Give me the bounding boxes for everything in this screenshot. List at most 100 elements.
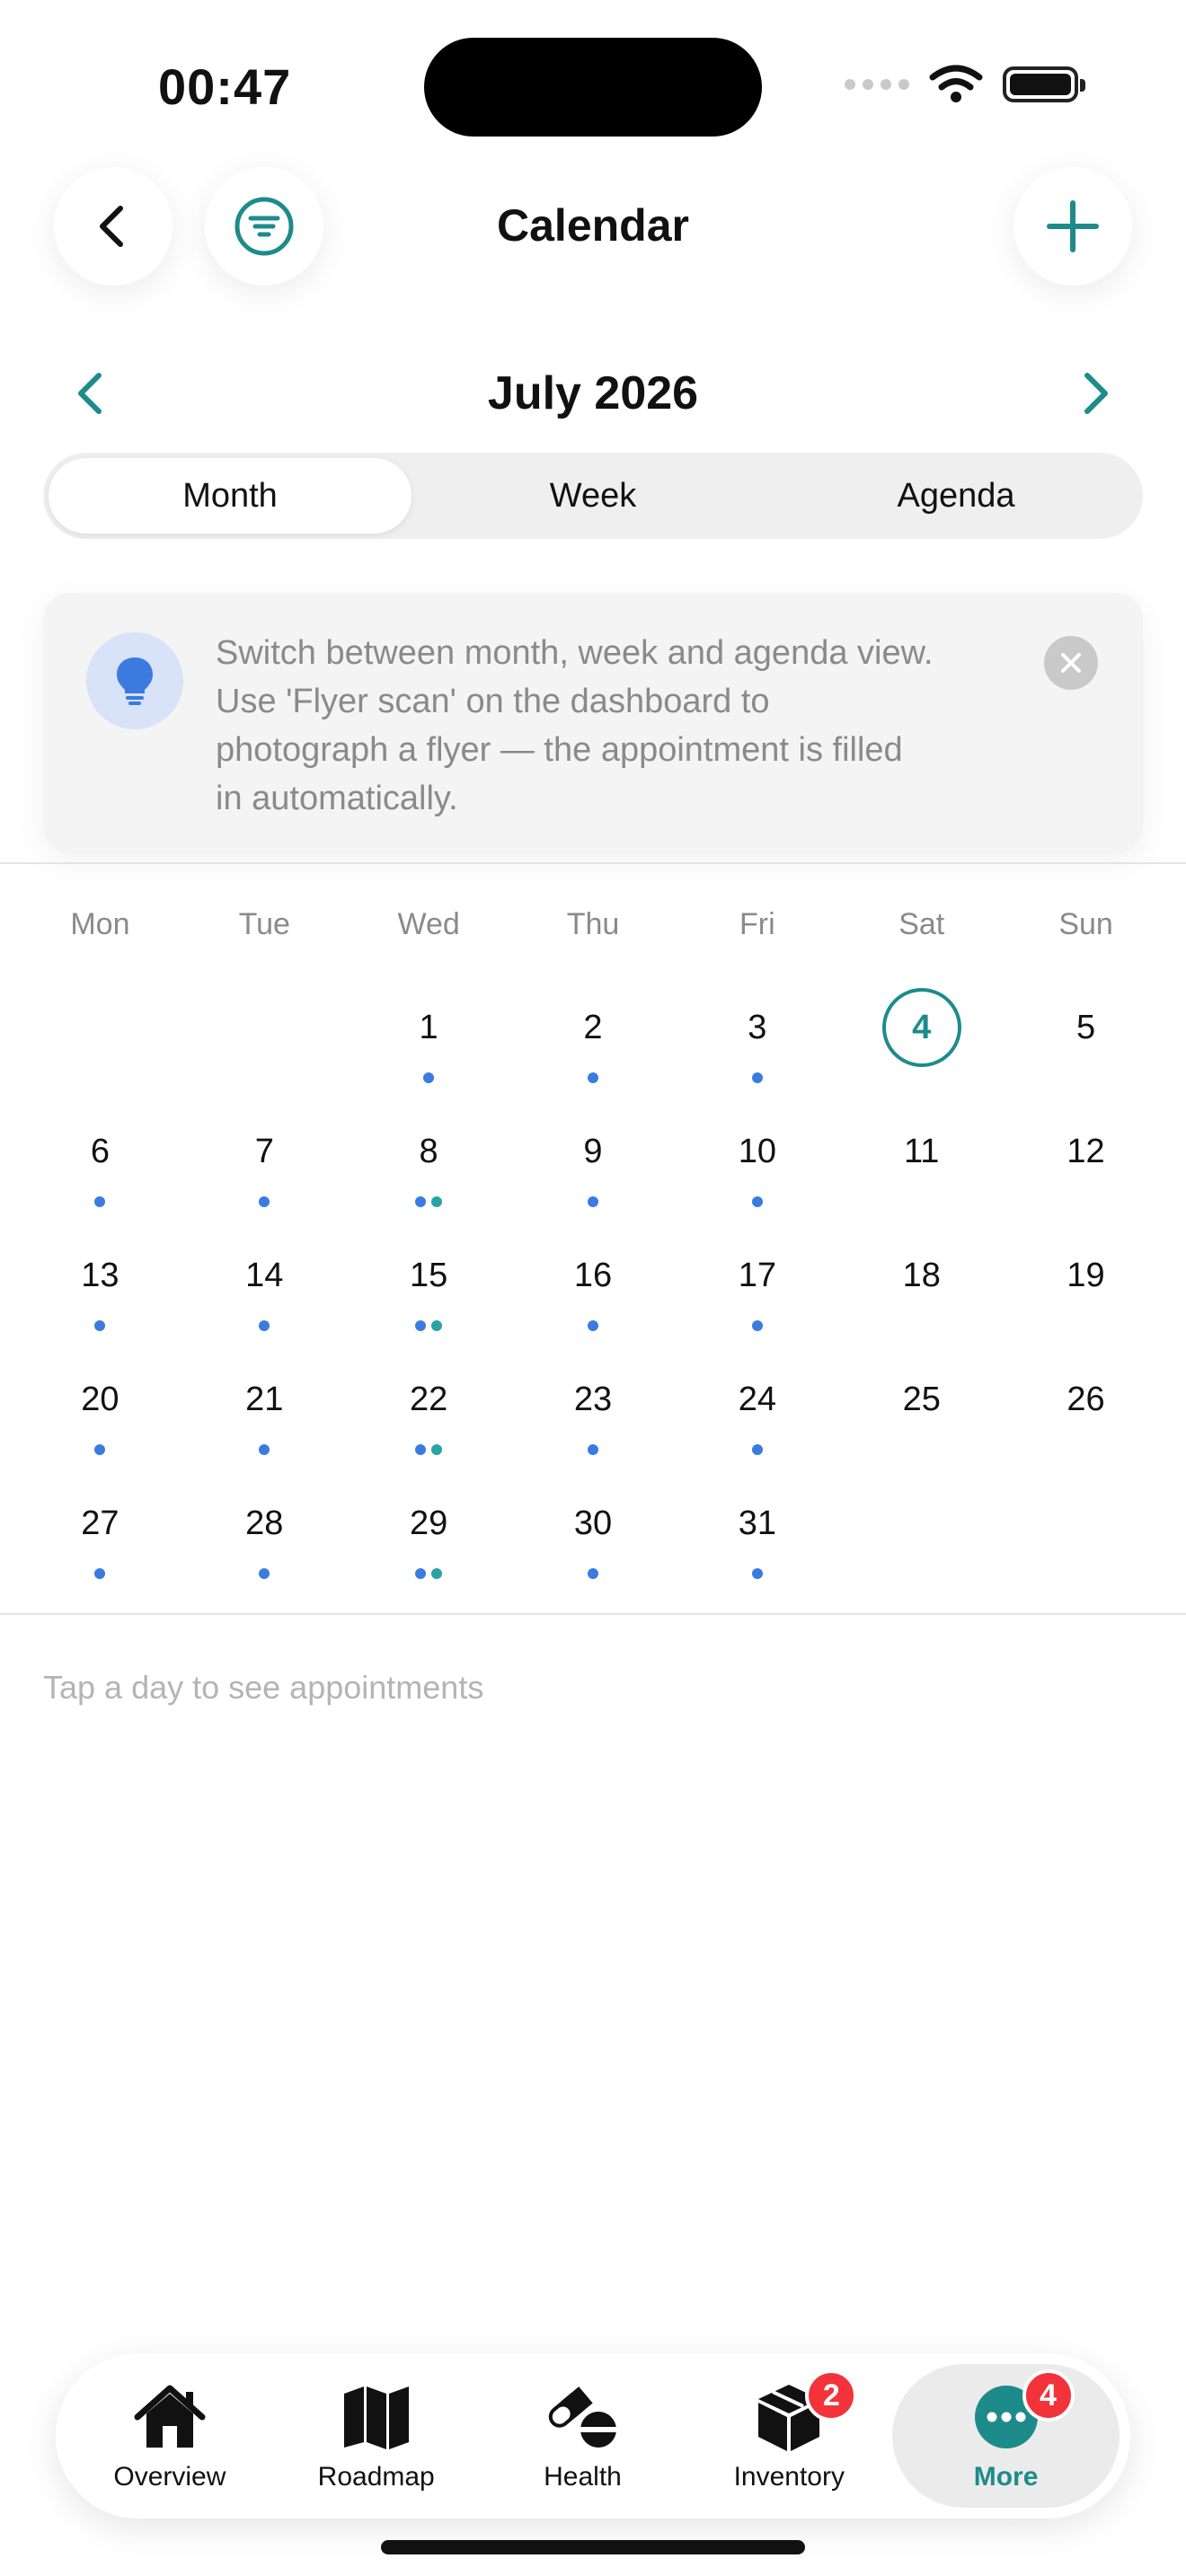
day-cell[interactable]: 24 bbox=[675, 1351, 839, 1475]
day-number: 6 bbox=[90, 1133, 110, 1170]
bottom-tab-bar: Overview Roadmap Health Inventory 2 More… bbox=[56, 2353, 1130, 2519]
event-dot bbox=[423, 1072, 435, 1083]
dismiss-tip-button[interactable] bbox=[1044, 636, 1098, 690]
tab-week[interactable]: Week bbox=[412, 458, 774, 534]
weekday-header: Mon Tue Wed Thu Fri Sat Sun bbox=[18, 907, 1168, 961]
event-dot bbox=[751, 1320, 763, 1331]
event-dot bbox=[587, 1568, 598, 1579]
day-cell[interactable]: 14 bbox=[182, 1227, 347, 1351]
day-cell[interactable]: 29 bbox=[347, 1475, 511, 1599]
tip-icon-circle bbox=[86, 632, 183, 729]
divider bbox=[0, 1613, 1186, 1615]
status-icons bbox=[845, 65, 1085, 104]
day-cell[interactable]: 3 bbox=[675, 979, 839, 1103]
day-cell[interactable]: 2 bbox=[511, 979, 676, 1103]
lightbulb-icon bbox=[117, 657, 153, 705]
event-dot bbox=[94, 1196, 106, 1207]
day-number: 7 bbox=[254, 1133, 274, 1170]
day-number: 21 bbox=[245, 1381, 284, 1418]
event-dots bbox=[18, 1320, 182, 1331]
next-month-button[interactable] bbox=[1069, 366, 1123, 420]
day-cell[interactable]: 22 bbox=[347, 1351, 511, 1475]
event-dot bbox=[259, 1568, 270, 1579]
day-cell[interactable]: 27 bbox=[18, 1475, 182, 1599]
day-number: 28 bbox=[245, 1504, 284, 1542]
tab-roadmap[interactable]: Roadmap bbox=[273, 2364, 480, 2508]
event-dot bbox=[751, 1568, 763, 1579]
tab-overview[interactable]: Overview bbox=[66, 2364, 273, 2508]
day-cell[interactable]: 19 bbox=[1004, 1227, 1168, 1351]
event-dots bbox=[347, 1196, 511, 1207]
tab-more[interactable]: More 4 bbox=[892, 2364, 1120, 2508]
day-number: 10 bbox=[738, 1133, 776, 1170]
day-number: 19 bbox=[1067, 1257, 1105, 1294]
day-cell[interactable]: 1 bbox=[347, 979, 511, 1103]
tab-inventory[interactable]: Inventory 2 bbox=[686, 2364, 892, 2508]
tab-label: More bbox=[973, 2462, 1039, 2492]
day-number: 12 bbox=[1067, 1133, 1105, 1170]
day-number: 26 bbox=[1067, 1381, 1105, 1418]
divider bbox=[0, 862, 1186, 864]
day-cell-today[interactable]: 4 bbox=[839, 979, 1004, 1103]
day-number: 11 bbox=[903, 1133, 940, 1170]
day-cell[interactable]: 10 bbox=[675, 1103, 839, 1227]
day-cell[interactable]: 5 bbox=[1004, 979, 1168, 1103]
day-cell[interactable]: 12 bbox=[1004, 1103, 1168, 1227]
battery-icon bbox=[1003, 66, 1085, 102]
day-cell[interactable]: 28 bbox=[182, 1475, 347, 1599]
event-dot bbox=[259, 1444, 270, 1455]
day-grid: 1 2 3 4 5 6 7 8 9 10 11 12 13 14 15 16 17 18 19 20 21 22 23 24 2… bbox=[18, 979, 1168, 1599]
tab-label: Roadmap bbox=[317, 2462, 435, 2492]
event-dots bbox=[347, 1568, 511, 1579]
tab-health[interactable]: Health bbox=[480, 2364, 686, 2508]
day-cell[interactable]: 31 bbox=[675, 1475, 839, 1599]
day-number: 25 bbox=[902, 1381, 941, 1418]
month-calendar: Mon Tue Wed Thu Fri Sat Sun 1 2 3 4 5 6 7 8 9 10 1… bbox=[18, 907, 1168, 1599]
event-dot bbox=[587, 1444, 598, 1455]
add-appointment-button[interactable] bbox=[1013, 167, 1132, 286]
day-cell[interactable]: 15 bbox=[347, 1227, 511, 1351]
weekday-label: Wed bbox=[397, 907, 460, 941]
day-number: 4 bbox=[881, 988, 961, 1067]
day-number: 29 bbox=[409, 1504, 448, 1542]
day-cell[interactable]: 26 bbox=[1004, 1351, 1168, 1475]
event-dot bbox=[94, 1320, 106, 1331]
day-cell[interactable]: 8 bbox=[347, 1103, 511, 1227]
event-dots bbox=[347, 1072, 511, 1083]
tab-month[interactable]: Month bbox=[49, 458, 412, 534]
event-dots bbox=[18, 1568, 182, 1579]
day-number: 8 bbox=[419, 1133, 438, 1170]
weekday-label: Fri bbox=[739, 907, 775, 941]
inventory-badge: 2 bbox=[805, 2369, 858, 2422]
event-dots bbox=[675, 1444, 839, 1455]
day-cell[interactable]: 11 bbox=[839, 1103, 1004, 1227]
day-number: 16 bbox=[573, 1257, 613, 1294]
day-cell[interactable]: 21 bbox=[182, 1351, 347, 1475]
day-number: 5 bbox=[1075, 1009, 1096, 1046]
more-badge: 4 bbox=[1022, 2369, 1075, 2422]
home-indicator bbox=[381, 2540, 805, 2554]
day-cell[interactable]: 6 bbox=[18, 1103, 182, 1227]
day-number: 18 bbox=[902, 1257, 941, 1294]
day-cell[interactable]: 30 bbox=[511, 1475, 676, 1599]
day-cell[interactable]: 18 bbox=[839, 1227, 1004, 1351]
month-label: July 2026 bbox=[487, 367, 699, 419]
day-cell[interactable]: 9 bbox=[511, 1103, 676, 1227]
tab-agenda[interactable]: Agenda bbox=[774, 458, 1137, 534]
day-cell[interactable]: 23 bbox=[511, 1351, 676, 1475]
day-cell[interactable]: 16 bbox=[511, 1227, 676, 1351]
day-cell[interactable]: 20 bbox=[18, 1351, 182, 1475]
day-number: 23 bbox=[573, 1381, 613, 1418]
event-dot bbox=[94, 1444, 106, 1455]
event-dot bbox=[751, 1444, 763, 1455]
day-cell[interactable]: 17 bbox=[675, 1227, 839, 1351]
day-cell[interactable]: 25 bbox=[839, 1351, 1004, 1475]
day-cell[interactable]: 7 bbox=[182, 1103, 347, 1227]
weekday-label: Sun bbox=[1058, 907, 1113, 941]
day-cell[interactable]: 13 bbox=[18, 1227, 182, 1351]
event-dots bbox=[675, 1072, 839, 1083]
event-dot bbox=[751, 1072, 763, 1083]
event-dot bbox=[259, 1320, 270, 1331]
event-dot bbox=[415, 1444, 427, 1455]
event-dots bbox=[347, 1444, 511, 1455]
